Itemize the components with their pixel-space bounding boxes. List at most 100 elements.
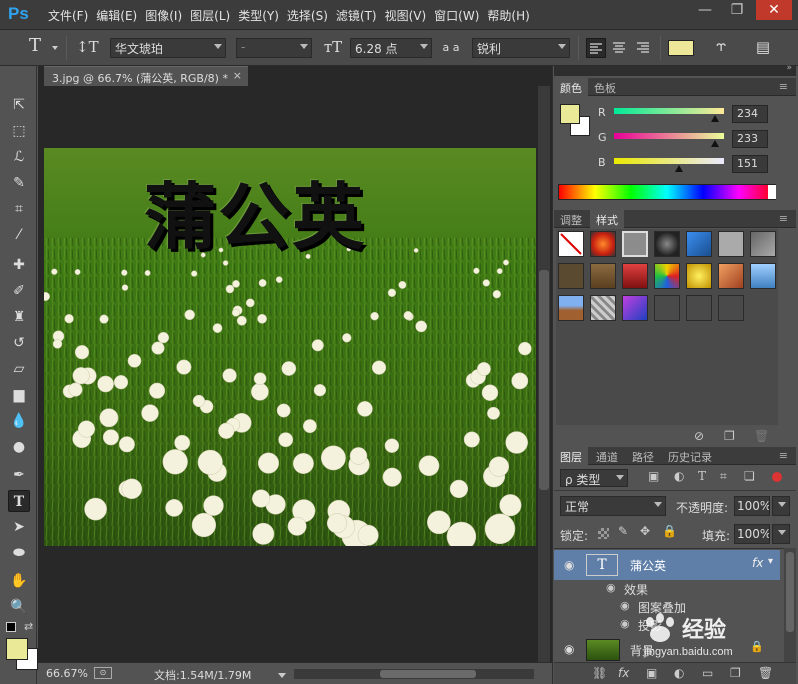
color-spectrum-bar[interactable] [558, 184, 776, 200]
style-swatch[interactable] [654, 263, 680, 289]
marquee-tool-icon[interactable]: ⬚ [8, 120, 30, 142]
horizontal-scrollbar[interactable] [294, 669, 534, 679]
align-left-button[interactable] [586, 38, 606, 58]
delete-layer-icon[interactable]: 🗑 [758, 666, 773, 680]
brush-tool-icon[interactable]: ✐ [8, 280, 30, 302]
style-swatch[interactable] [718, 263, 744, 289]
fill-dropdown[interactable] [772, 524, 790, 544]
menu-edit[interactable]: 编辑(E) [96, 7, 145, 24]
panel-menu-icon[interactable]: ≡ [773, 78, 794, 96]
layer-filter-select[interactable]: ρ 类型 [560, 469, 628, 487]
effects-eye-icon[interactable]: ◉ [606, 581, 616, 594]
delete-style-icon[interactable]: 🗑 [754, 429, 769, 443]
filter-smart-object-icon[interactable]: ❏ [744, 469, 755, 483]
filter-adjustment-icon[interactable]: ◐ [674, 469, 684, 483]
path-select-tool-icon[interactable]: ➤ [8, 516, 30, 538]
font-size-select[interactable]: 6.28 点 [350, 38, 432, 58]
visibility-eye-icon[interactable]: ◉ [564, 558, 574, 572]
image-canvas[interactable]: 蒲公英 [44, 148, 536, 546]
preset-dropdown-icon[interactable] [52, 46, 58, 50]
style-swatch[interactable] [686, 295, 712, 321]
type-tool-preset-icon[interactable]: T [24, 37, 46, 55]
status-menu-icon[interactable]: ⊙ [94, 667, 112, 679]
style-swatch[interactable] [718, 295, 744, 321]
type-tool-icon[interactable]: T [8, 490, 30, 512]
filter-pixel-icon[interactable]: ▣ [648, 469, 659, 483]
tab-color[interactable]: 颜色 [554, 78, 588, 96]
visibility-eye-icon[interactable]: ◉ [564, 642, 574, 656]
warp-text-icon[interactable]: ⥾ [710, 38, 732, 56]
ellipse-tool-icon[interactable]: ⬬ [8, 542, 30, 564]
layers-scroll-thumb[interactable] [786, 552, 794, 632]
style-swatch[interactable] [622, 295, 648, 321]
crop-tool-icon[interactable]: ⌗ [8, 198, 30, 220]
tab-styles[interactable]: 样式 [590, 210, 624, 228]
style-swatch[interactable] [590, 295, 616, 321]
style-swatch[interactable] [622, 263, 648, 289]
style-swatch[interactable] [654, 295, 680, 321]
style-swatch-selected[interactable] [622, 231, 648, 257]
restore-button[interactable]: ❐ [724, 0, 750, 20]
close-button[interactable]: ✕ [756, 0, 792, 20]
effect-row-drop-shadow[interactable]: ◉ 投影 [554, 616, 796, 634]
pen-tool-icon[interactable]: ✒ [8, 464, 30, 486]
lock-transparent-icon[interactable] [598, 528, 609, 539]
g-slider-knob[interactable] [710, 140, 719, 147]
canvas-text[interactable]: 蒲公英 [144, 158, 366, 263]
effect-eye-icon[interactable]: ◉ [620, 599, 630, 612]
default-colors-icon[interactable] [6, 622, 16, 632]
eyedropper-tool-icon[interactable]: ⁄ [8, 224, 30, 246]
layer-row-text[interactable]: ◉ T 蒲公英 fx ▾ [554, 550, 780, 580]
g-value-field[interactable]: 233 [732, 130, 768, 148]
new-group-icon[interactable]: ▭ [702, 666, 713, 680]
filter-type-icon[interactable]: T [698, 469, 706, 483]
style-swatch[interactable] [654, 231, 680, 257]
clone-stamp-tool-icon[interactable]: ♜ [8, 306, 30, 328]
character-panel-icon[interactable]: ▤ [752, 38, 774, 56]
font-style-select[interactable]: - [236, 38, 312, 58]
hand-tool-icon[interactable]: ✋ [8, 570, 30, 592]
new-adjustment-icon[interactable]: ◐ [674, 666, 684, 680]
style-none[interactable] [558, 231, 584, 257]
dodge-tool-icon[interactable]: ● [8, 436, 30, 458]
style-swatch[interactable] [718, 231, 744, 257]
style-swatch[interactable] [590, 263, 616, 289]
tab-history[interactable]: 历史记录 [662, 447, 718, 465]
layer-fx-badge[interactable]: fx [752, 556, 763, 570]
layer-row-background[interactable]: ◉ 背景 🔒 [554, 636, 780, 662]
layer-name[interactable]: 蒲公英 [630, 557, 666, 574]
effect-eye-icon[interactable]: ◉ [620, 617, 630, 630]
lock-pixels-icon[interactable]: ✎ [618, 524, 628, 538]
align-right-button[interactable] [634, 38, 654, 58]
menu-window[interactable]: 窗口(W) [434, 7, 487, 24]
style-swatch[interactable] [686, 263, 712, 289]
style-swatch[interactable] [558, 263, 584, 289]
menu-file[interactable]: 文件(F) [48, 7, 96, 24]
r-slider[interactable] [614, 108, 724, 114]
antialias-select[interactable]: 锐利 [472, 38, 570, 58]
add-style-icon[interactable]: fx [618, 666, 629, 680]
menu-select[interactable]: 选择(S) [287, 7, 336, 24]
layers-scrollbar[interactable] [784, 548, 796, 662]
vertical-scroll-thumb[interactable] [539, 270, 549, 490]
filter-toggle-icon[interactable] [772, 472, 782, 482]
effect-row-pattern-overlay[interactable]: ◉ 图案叠加 [554, 598, 796, 616]
lasso-tool-icon[interactable]: ℒ [8, 146, 30, 168]
blend-mode-select[interactable]: 正常 [560, 496, 666, 516]
minimize-button[interactable]: — [692, 0, 718, 20]
text-color-swatch[interactable] [668, 40, 694, 56]
style-swatch[interactable] [750, 231, 776, 257]
new-layer-icon[interactable]: ❐ [730, 666, 741, 680]
menu-view[interactable]: 视图(V) [385, 7, 435, 24]
close-tab-icon[interactable]: × [233, 69, 242, 82]
font-family-select[interactable]: 华文琥珀 [110, 38, 226, 58]
g-slider[interactable] [614, 133, 724, 139]
opacity-field[interactable]: 100% [734, 496, 770, 516]
collapse-icon[interactable]: » [786, 63, 792, 73]
layer-name[interactable]: 背景 [630, 642, 654, 659]
tab-paths[interactable]: 路径 [626, 447, 660, 465]
panel-menu-icon[interactable]: ≡ [773, 210, 794, 228]
lock-all-icon[interactable]: 🔒 [662, 524, 677, 538]
clear-style-icon[interactable]: ⊘ [694, 429, 704, 443]
b-slider-knob[interactable] [675, 165, 684, 172]
